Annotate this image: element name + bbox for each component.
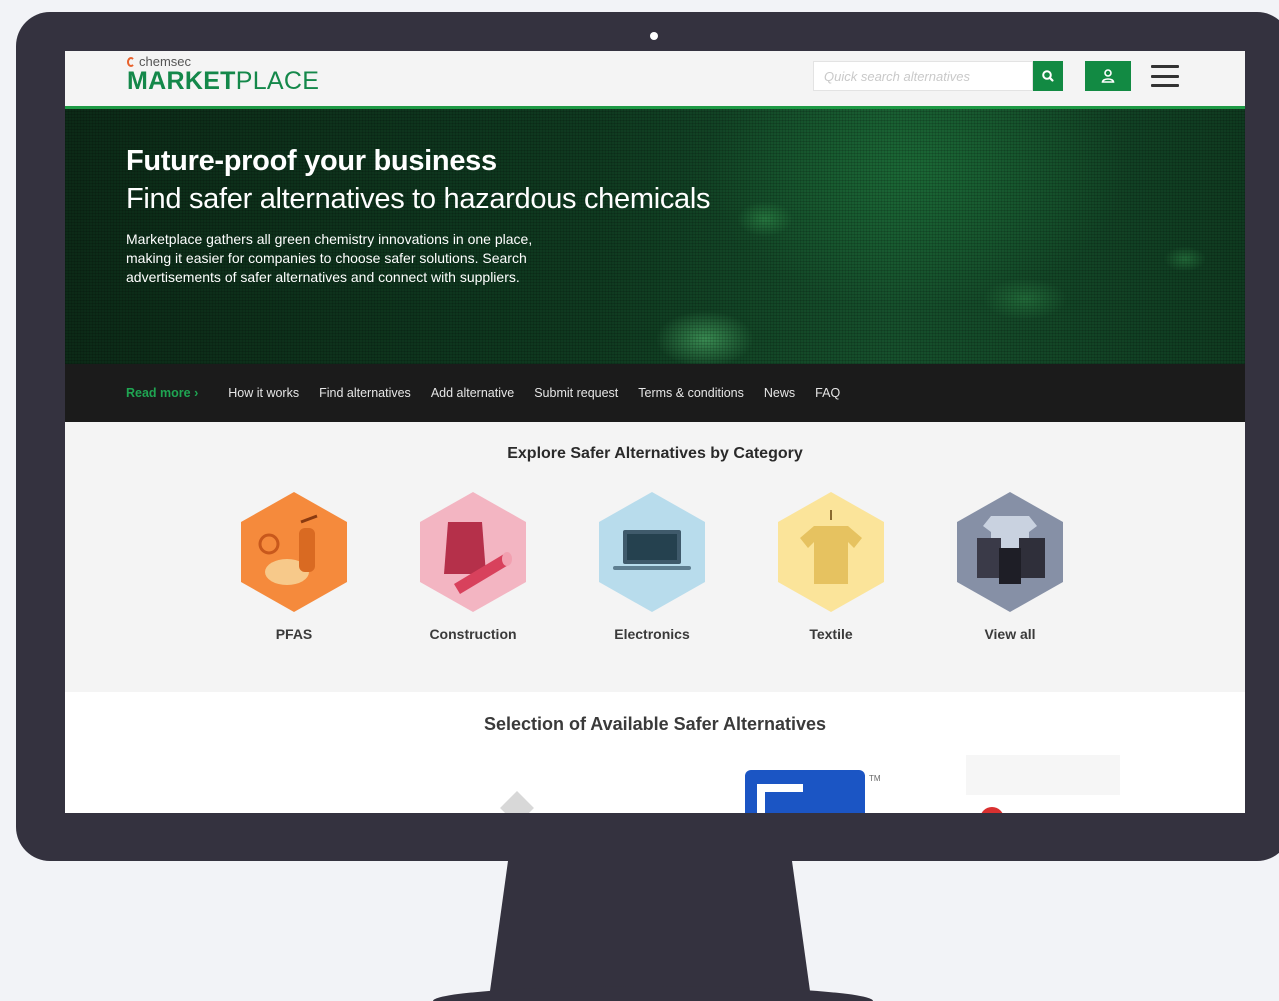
logo[interactable]: chemsec MARKETPLACE: [127, 54, 319, 94]
category-label: Construction: [429, 626, 517, 642]
selection-title: Selection of Available Safer Alternative…: [483, 714, 827, 734]
nav-find-alternatives[interactable]: Find alternatives: [319, 386, 411, 400]
nav-add-alternative[interactable]: Add alternative: [431, 386, 514, 400]
logo-market: MARKET: [127, 67, 236, 95]
read-more-link[interactable]: Read more ›: [126, 386, 198, 400]
hamburger-menu-button[interactable]: [1151, 63, 1179, 89]
main-nav: Read more › How it works Find alternativ…: [65, 364, 1245, 422]
category-label: View all: [984, 626, 1036, 642]
product-logo-blue[interactable]: [745, 770, 865, 813]
hero-subtitle: Find safer alternatives to hazardous che…: [126, 183, 711, 215]
category-label: Textile: [809, 626, 853, 642]
product-logo-partial[interactable]: [500, 791, 534, 813]
category-construction[interactable]: Construction: [403, 492, 543, 642]
nav-news[interactable]: News: [764, 386, 795, 400]
category-view-all[interactable]: View all: [940, 492, 1080, 642]
category-section: Explore Safer Alternatives by Category P…: [65, 422, 1245, 692]
user-icon: [1101, 69, 1115, 83]
shirt-icon: [778, 492, 884, 612]
category-textile[interactable]: Textile: [761, 492, 901, 642]
hero-title: Future-proof your business: [126, 145, 497, 177]
search-icon: [1042, 70, 1054, 82]
trademark-label: TM: [869, 774, 881, 783]
nav-faq[interactable]: FAQ: [815, 386, 840, 400]
category-electronics[interactable]: Electronics: [582, 492, 722, 642]
category-pfas[interactable]: PFAS: [224, 492, 364, 642]
menu-bar: [1151, 65, 1179, 68]
hero-banner: Future-proof your business Find safer al…: [65, 109, 1245, 364]
mixed-products-icon: [957, 492, 1063, 612]
nav-how-it-works[interactable]: How it works: [228, 386, 299, 400]
product-card-partial[interactable]: [966, 755, 1120, 795]
menu-bar: [1151, 74, 1179, 78]
category-section-title: Explore Safer Alternatives by Category: [507, 445, 803, 462]
monitor-stand: [490, 861, 810, 991]
camera-dot: [650, 32, 658, 40]
chemsec-logo-icon: [127, 56, 137, 68]
bag-pipe-icon: [420, 492, 526, 612]
quick-search-input[interactable]: [813, 61, 1033, 91]
logo-place: PLACE: [235, 67, 320, 95]
nav-submit-request[interactable]: Submit request: [534, 386, 618, 400]
browser-screen: chemsec MARKETPLACE Future-proof your bu…: [65, 51, 1245, 813]
menu-bar: [1151, 84, 1179, 87]
category-label: PFAS: [275, 626, 313, 642]
user-account-button[interactable]: [1085, 61, 1131, 91]
category-label: Electronics: [614, 626, 690, 642]
hero-description: Marketplace gathers all green chemistry …: [126, 231, 533, 285]
product-logo-red[interactable]: [980, 807, 1004, 813]
laptop-icon: [599, 492, 705, 612]
extinguisher-pan-icon: [241, 492, 347, 612]
nav-terms-conditions[interactable]: Terms & conditions: [638, 386, 744, 400]
site-header: chemsec MARKETPLACE: [65, 51, 1245, 109]
search-button[interactable]: [1033, 61, 1063, 91]
